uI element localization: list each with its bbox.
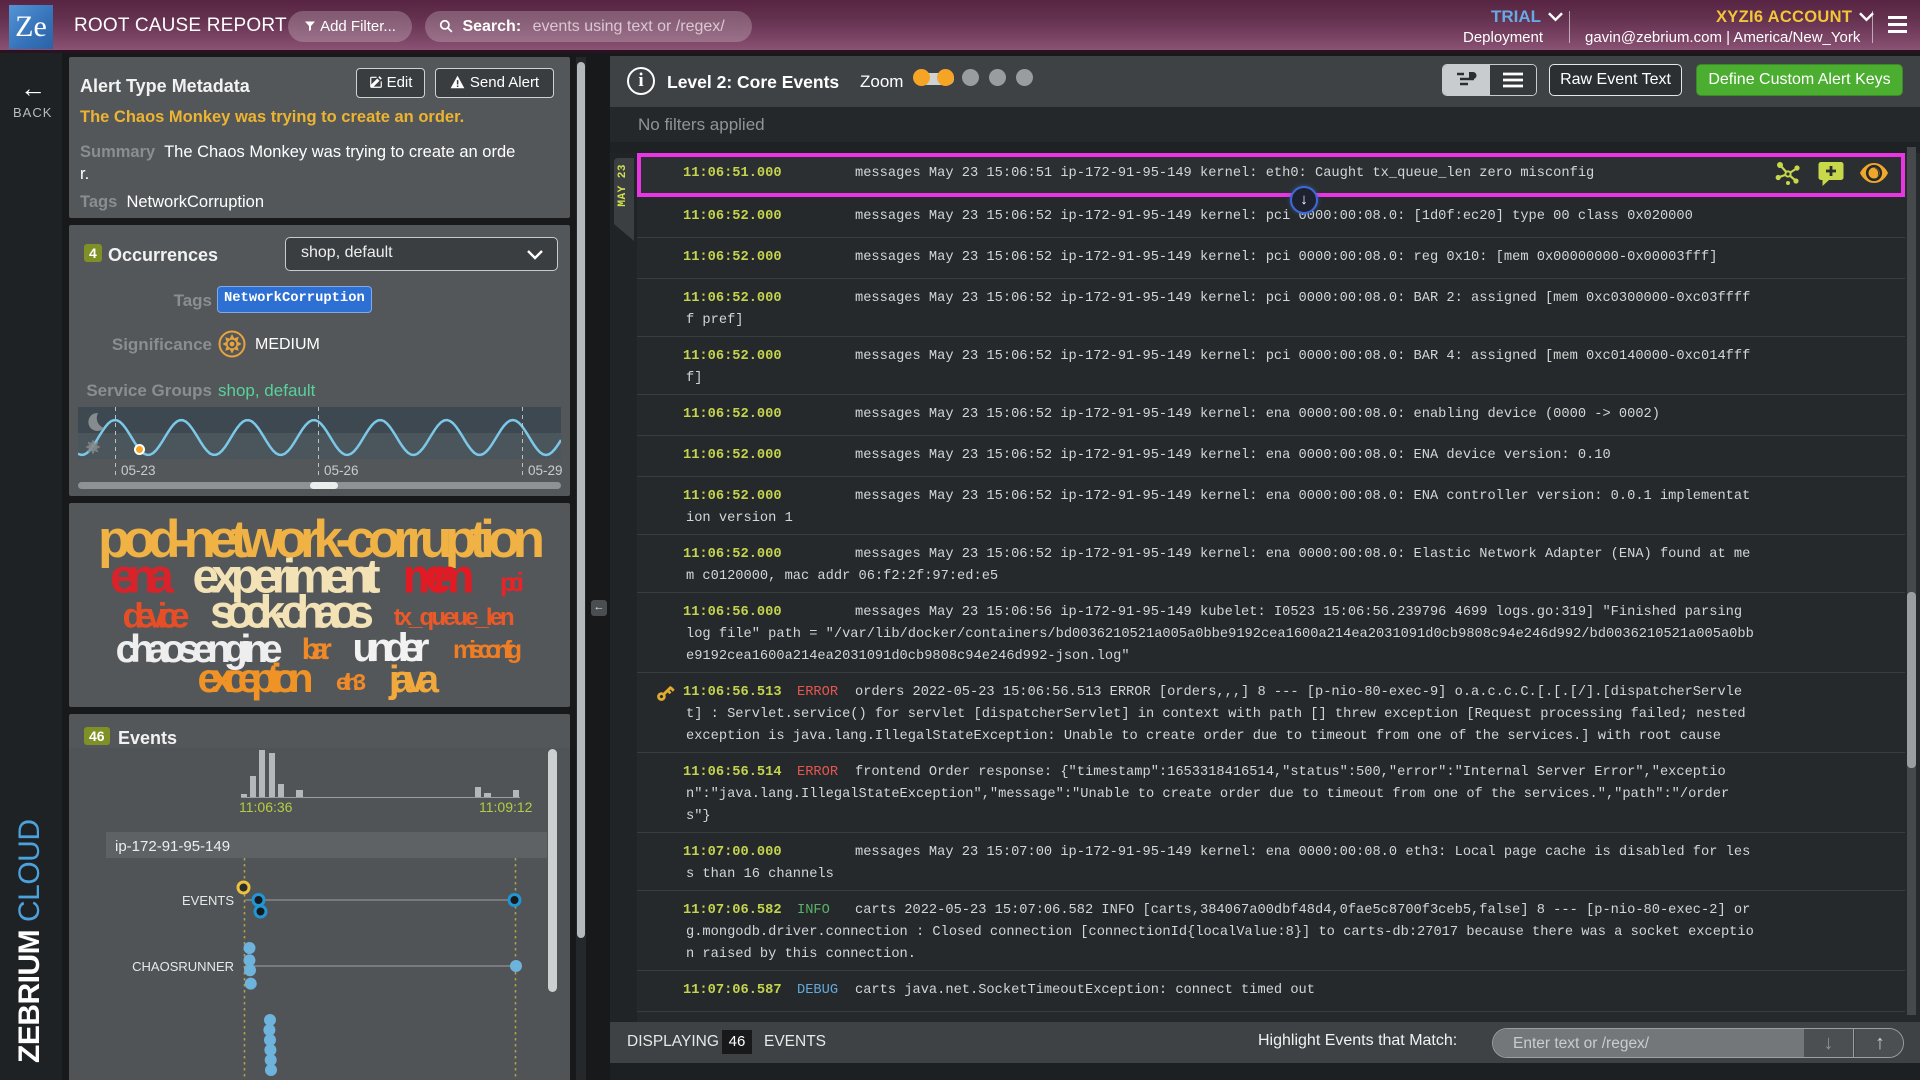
svg-text:exception: exception: [198, 655, 314, 701]
svg-text:CHAOSRUNNER: CHAOSRUNNER: [132, 959, 234, 974]
svg-text:11:06:36: 11:06:36: [239, 799, 293, 815]
svg-text:EVENTS: EVENTS: [182, 893, 234, 908]
svg-text:mem: mem: [403, 551, 475, 604]
svg-text:pci: pci: [500, 567, 524, 597]
svg-text:misconfig: misconfig: [453, 636, 522, 664]
svg-text:eth3: eth3: [336, 669, 366, 695]
svg-text:11:09:12: 11:09:12: [479, 799, 533, 815]
svg-text:ip-172-91-95-149: ip-172-91-95-149: [115, 838, 230, 855]
svg-text:java: java: [388, 659, 440, 701]
